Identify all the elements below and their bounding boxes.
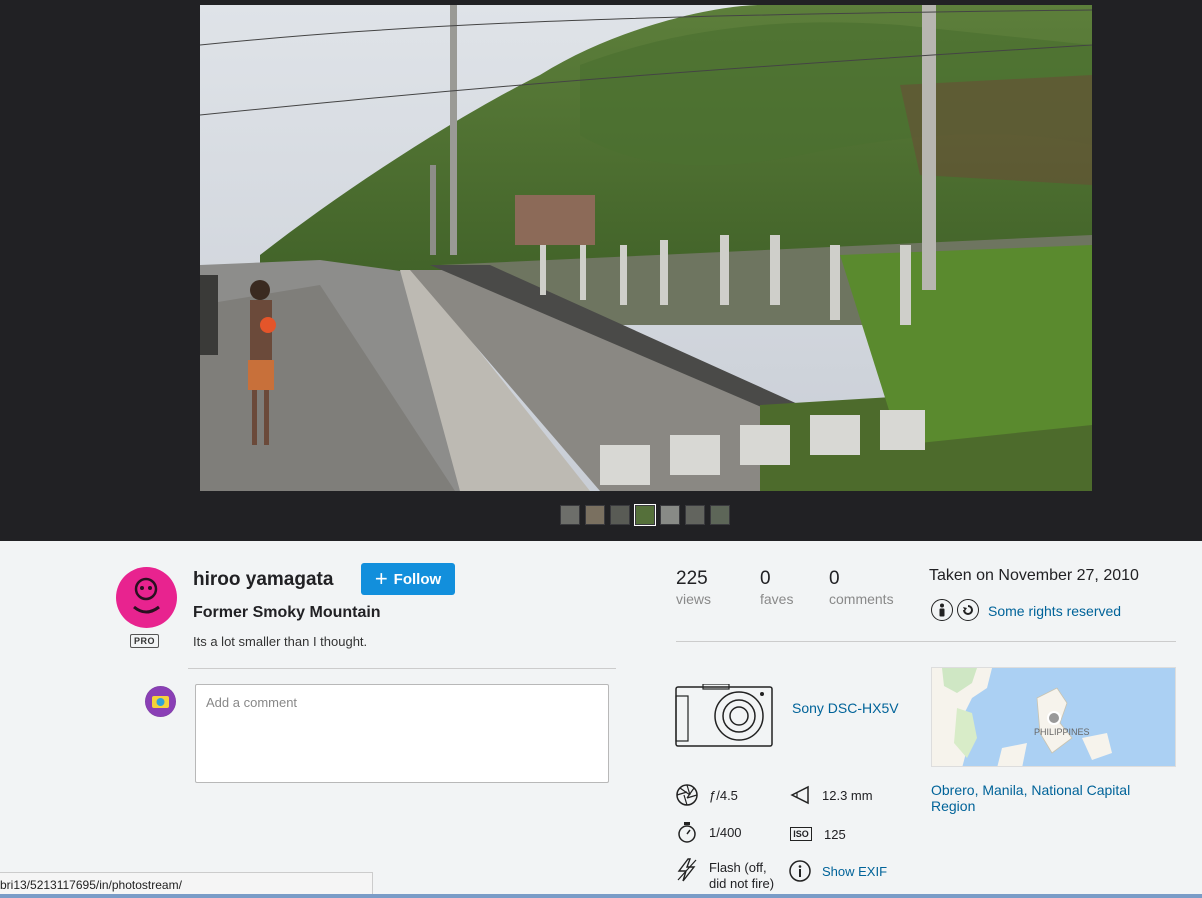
focal-length-info: 12.3 mm xyxy=(788,783,873,807)
camera-icon[interactable] xyxy=(675,683,773,752)
show-exif-row: Show EXIF xyxy=(788,859,887,883)
follow-button[interactable]: + Follow xyxy=(361,563,455,595)
thumbnail-strip xyxy=(560,504,730,526)
shutter-info: 1/400 xyxy=(675,820,742,844)
main-photo[interactable] xyxy=(200,5,1092,491)
cc-by-icon xyxy=(931,599,953,621)
shutter-value: 1/400 xyxy=(709,824,742,840)
focal-length-icon xyxy=(788,783,812,807)
thumbnail[interactable] xyxy=(610,505,630,525)
comments-label: comments xyxy=(829,591,894,607)
comments-stat[interactable]: 0 comments xyxy=(829,568,894,607)
photo-stage xyxy=(0,0,1202,541)
camera-model-link[interactable]: Sony DSC-HX5V xyxy=(792,700,899,716)
flash-value: Flash (off, did not fire) xyxy=(709,860,775,891)
thumbnail[interactable] xyxy=(685,505,705,525)
views-stat: 225 views xyxy=(676,568,711,607)
views-label: views xyxy=(676,591,712,607)
owner-avatar[interactable] xyxy=(116,567,177,628)
pro-badge: PRO xyxy=(130,634,159,648)
map-country-label: PHILIPPINES xyxy=(1034,727,1090,737)
faves-stat[interactable]: 0 faves xyxy=(760,568,793,607)
views-count: 225 xyxy=(676,568,708,589)
thumbnail[interactable] xyxy=(710,505,730,525)
thumbnail[interactable] xyxy=(560,505,580,525)
divider xyxy=(676,641,1176,642)
aperture-icon xyxy=(675,783,699,807)
thumbnail[interactable] xyxy=(660,505,680,525)
comments-count: 0 xyxy=(829,568,840,589)
license-link[interactable]: Some rights reserved xyxy=(988,603,1121,619)
aperture-value: ƒ/4.5 xyxy=(709,787,738,803)
comment-input[interactable] xyxy=(195,684,609,783)
aperture-info: ƒ/4.5 xyxy=(675,783,738,807)
photo-title: Former Smoky Mountain xyxy=(193,604,381,621)
thumbnail[interactable] xyxy=(585,505,605,525)
stopwatch-icon xyxy=(675,820,699,844)
date-taken[interactable]: Taken on November 27, 2010 xyxy=(929,567,1139,585)
focal-length-value: 12.3 mm xyxy=(822,787,873,803)
iso-info: ISO 125 xyxy=(788,822,846,846)
divider xyxy=(188,668,616,669)
info-icon xyxy=(788,859,812,883)
follow-label: Follow xyxy=(393,570,442,588)
iso-value: 125 xyxy=(824,826,846,842)
faves-label: faves xyxy=(760,591,794,607)
photo-description: Its a lot smaller than I thought. xyxy=(193,634,368,649)
owner-name[interactable]: hiroo yamagata xyxy=(193,569,333,591)
flash-info: Flash (off, did not fire) xyxy=(675,858,785,892)
location-map[interactable]: PHILIPPINES xyxy=(931,667,1176,767)
cc-sharealike-icon xyxy=(957,599,979,621)
license-icons xyxy=(931,599,979,621)
show-exif-link[interactable]: Show EXIF xyxy=(822,864,887,879)
location-link[interactable]: Obrero, Manila, National Capital Region xyxy=(931,782,1151,814)
iso-icon-label: ISO xyxy=(790,827,812,841)
thumbnail-active[interactable] xyxy=(634,504,656,526)
faves-count: 0 xyxy=(760,568,771,589)
iso-icon: ISO xyxy=(788,822,814,846)
commenter-avatar xyxy=(145,686,176,717)
taskbar-edge xyxy=(0,894,1202,898)
plus-icon: + xyxy=(374,566,388,591)
flash-icon xyxy=(675,858,699,882)
